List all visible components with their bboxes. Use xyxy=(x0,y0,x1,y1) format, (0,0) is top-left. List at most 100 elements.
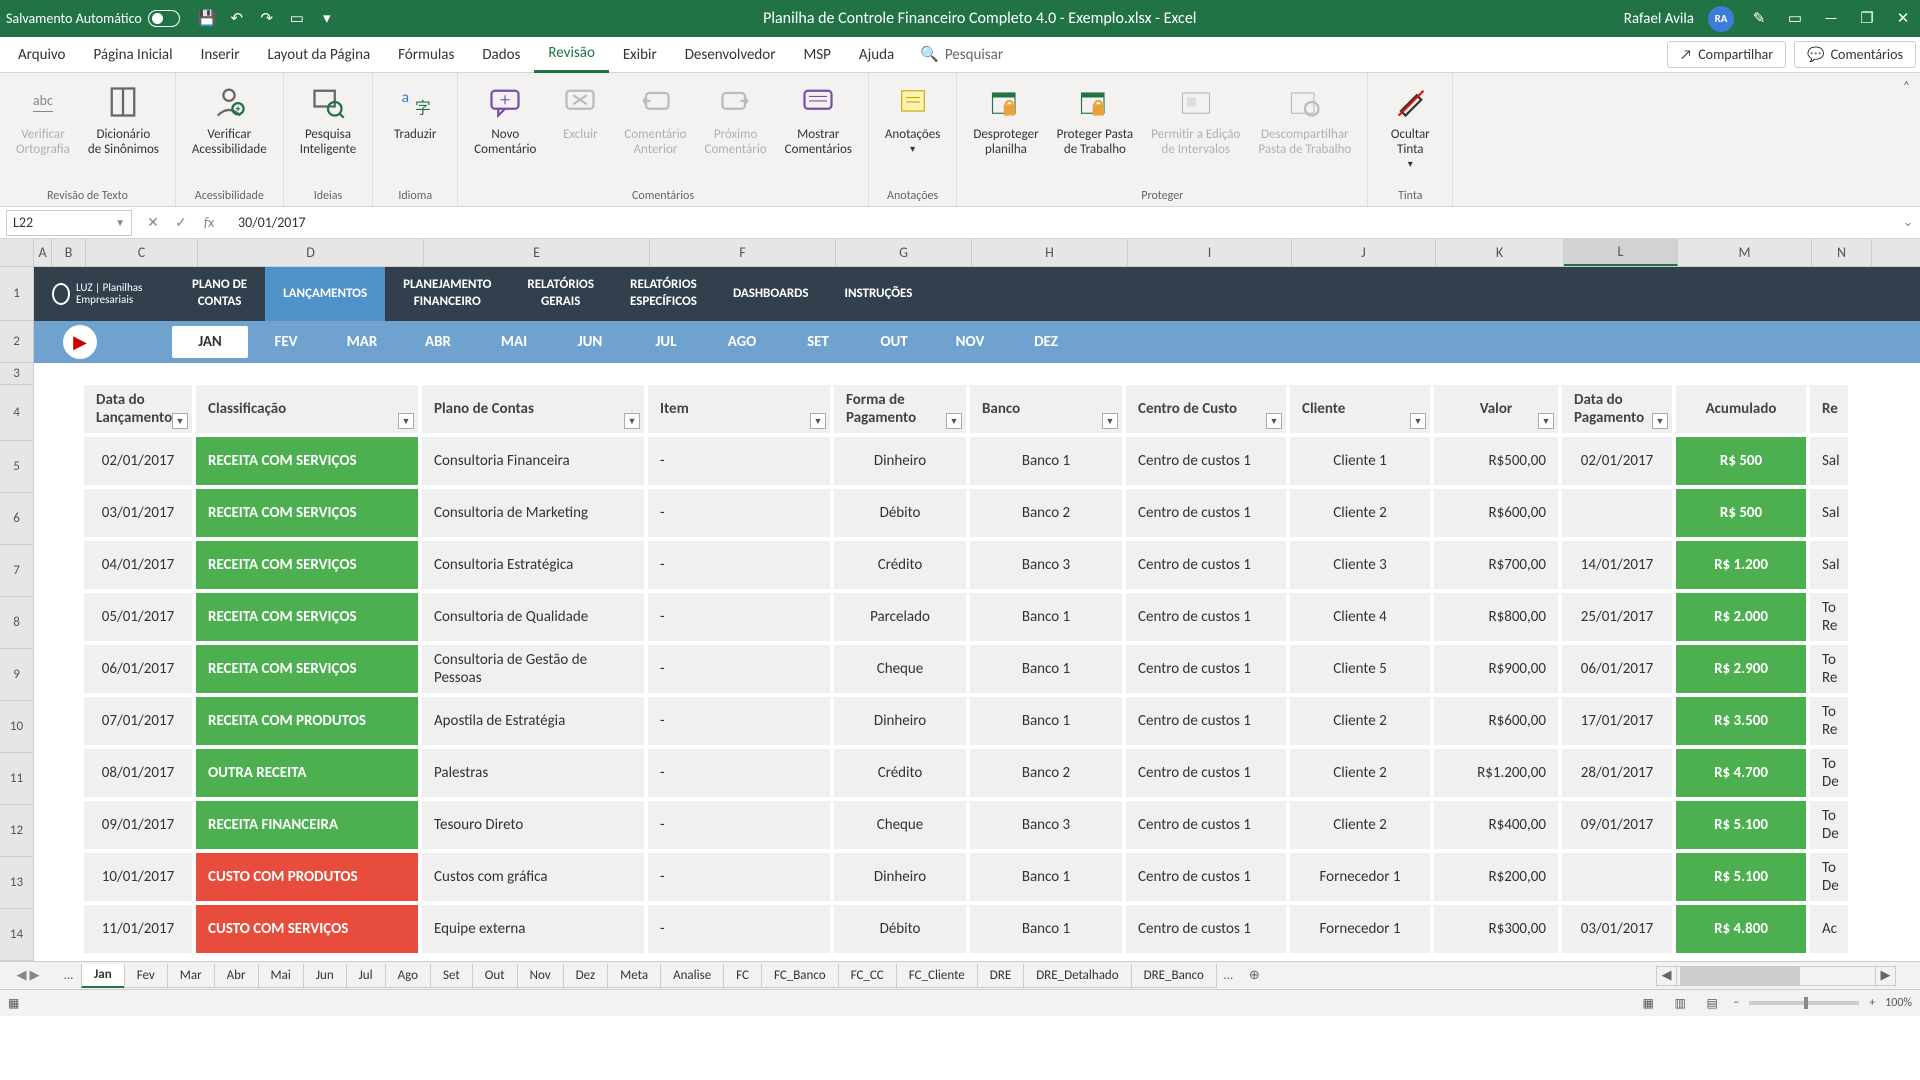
cell-centro[interactable]: Centro de custos 1 xyxy=(1126,801,1290,849)
ribbon-tab-exibir[interactable]: Exibir xyxy=(609,37,671,73)
ribbon-tab-msp[interactable]: MSP xyxy=(789,37,844,73)
row-header-12[interactable]: 12 xyxy=(0,805,34,857)
table-row[interactable]: 06/01/2017RECEITA COM SERVIÇOSConsultori… xyxy=(84,645,1920,697)
nav-instruções[interactable]: INSTRUÇÕES xyxy=(827,286,931,303)
filter-icon[interactable]: ▼ xyxy=(172,413,188,429)
col-header-A[interactable]: A xyxy=(34,239,52,266)
col-header-J[interactable]: J xyxy=(1292,239,1436,266)
row-header-3[interactable]: 3 xyxy=(0,363,34,385)
cell-centro[interactable]: Centro de custos 1 xyxy=(1126,645,1290,693)
cell-data[interactable]: 10/01/2017 xyxy=(84,853,196,901)
cell-data-pag[interactable]: 14/01/2017 xyxy=(1562,541,1676,589)
formula-input[interactable]: 30/01/2017 xyxy=(230,214,1896,231)
minimize-icon[interactable]: — xyxy=(1820,8,1842,30)
ribbon-tab-ajuda[interactable]: Ajuda xyxy=(845,37,908,73)
sheet-tab-dre_banco[interactable]: DRE_Banco xyxy=(1131,964,1217,988)
cell-valor[interactable]: R$1.200,00 xyxy=(1434,749,1562,797)
dicionario-sinonimos-button[interactable]: Dicionáriode Sinônimos xyxy=(82,77,165,161)
cell-item[interactable]: - xyxy=(648,489,834,537)
filter-icon[interactable]: ▼ xyxy=(1652,413,1668,429)
nav-lançamentos[interactable]: LANÇAMENTOS xyxy=(265,267,385,321)
sheet-tab-jul[interactable]: Jul xyxy=(346,964,386,988)
header-cliente[interactable]: Cliente▼ xyxy=(1290,385,1434,433)
cell-forma[interactable]: Débito xyxy=(834,489,970,537)
col-header-F[interactable]: F xyxy=(650,239,836,266)
filter-icon[interactable]: ▼ xyxy=(1266,413,1282,429)
cell-cliente[interactable]: Fornecedor 1 xyxy=(1290,905,1434,953)
sheet-more[interactable]: … xyxy=(56,968,81,983)
cell-classificacao[interactable]: RECEITA COM PRODUTOS xyxy=(196,697,422,745)
cell-data-pag[interactable]: 17/01/2017 xyxy=(1562,697,1676,745)
zoom-label[interactable]: 100% xyxy=(1885,996,1912,1010)
col-header-M[interactable]: M xyxy=(1678,239,1812,266)
header-forma[interactable]: Forma de Pagamento▼ xyxy=(834,385,970,433)
row-header-6[interactable]: 6 xyxy=(0,493,34,545)
header-plano[interactable]: Plano de Contas▼ xyxy=(422,385,648,433)
sheet-tab-dre_detalhado[interactable]: DRE_Detalhado xyxy=(1023,964,1131,988)
cell-cliente[interactable]: Fornecedor 1 xyxy=(1290,853,1434,901)
filter-icon[interactable]: ▼ xyxy=(1538,413,1554,429)
cell-data-pag[interactable]: 03/01/2017 xyxy=(1562,905,1676,953)
page-break-icon[interactable]: ▤ xyxy=(1701,993,1723,1013)
month-tab-mar[interactable]: MAR xyxy=(324,321,400,363)
ocultar-tinta-button[interactable]: OcultarTinta▾ xyxy=(1378,77,1442,174)
nav-dashboards[interactable]: DASHBOARDS xyxy=(715,286,827,303)
zoom-out-icon[interactable]: − xyxy=(1733,996,1739,1010)
sheet-tab-jun[interactable]: Jun xyxy=(303,964,347,988)
cell-plano[interactable]: Palestras xyxy=(422,749,648,797)
row-header-8[interactable]: 8 xyxy=(0,597,34,649)
sheet-tab-jan[interactable]: Jan xyxy=(81,964,125,988)
header-valor[interactable]: Valor▼ xyxy=(1434,385,1562,433)
cell-centro[interactable]: Centro de custos 1 xyxy=(1126,593,1290,641)
cell-data-pag[interactable] xyxy=(1562,853,1676,901)
redo-icon[interactable]: ↷ xyxy=(258,10,276,28)
cell-item[interactable]: - xyxy=(648,801,834,849)
cell-forma[interactable]: Crédito xyxy=(834,749,970,797)
cell-forma[interactable]: Parcelado xyxy=(834,593,970,641)
maximize-icon[interactable]: ❐ xyxy=(1856,8,1878,30)
ribbon-mode-icon[interactable]: ▭ xyxy=(1784,8,1806,30)
sheet-tab-dez[interactable]: Dez xyxy=(563,964,608,988)
table-row[interactable]: 04/01/2017RECEITA COM SERVIÇOSConsultori… xyxy=(84,541,1920,593)
select-all-corner[interactable] xyxy=(0,239,34,266)
cell-plano[interactable]: Custos com gráfica xyxy=(422,853,648,901)
month-tab-ago[interactable]: AGO xyxy=(704,321,780,363)
col-header-B[interactable]: B xyxy=(52,239,86,266)
close-icon[interactable]: ✕ xyxy=(1892,8,1914,30)
sheet-overflow[interactable]: … xyxy=(1216,968,1241,983)
col-header-H[interactable]: H xyxy=(972,239,1128,266)
month-tab-abr[interactable]: ABR xyxy=(400,321,476,363)
add-sheet-icon[interactable]: ⊕ xyxy=(1241,968,1268,983)
sheet-tab-fc[interactable]: FC xyxy=(723,964,762,988)
cell-cliente[interactable]: Cliente 2 xyxy=(1290,801,1434,849)
cell-forma[interactable]: Cheque xyxy=(834,645,970,693)
cell-valor[interactable]: R$600,00 xyxy=(1434,697,1562,745)
cell-data-pag[interactable]: 09/01/2017 xyxy=(1562,801,1676,849)
touch-mode-icon[interactable]: ▭ xyxy=(288,10,306,28)
sheet-tab-meta[interactable]: Meta xyxy=(607,964,661,988)
nav-relatórios[interactable]: RELATÓRIOSGERAIS xyxy=(509,277,612,311)
nav-relatórios[interactable]: RELATÓRIOSESPECÍFICOS xyxy=(612,277,715,311)
month-tab-jul[interactable]: JUL xyxy=(628,321,704,363)
col-header-N[interactable]: N xyxy=(1812,239,1872,266)
ribbon-tab-página-inicial[interactable]: Página Inicial xyxy=(79,37,186,73)
col-header-E[interactable]: E xyxy=(424,239,650,266)
cell-cliente[interactable]: Cliente 3 xyxy=(1290,541,1434,589)
month-tab-set[interactable]: SET xyxy=(780,321,856,363)
cell-banco[interactable]: Banco 2 xyxy=(970,749,1126,797)
cell-banco[interactable]: Banco 1 xyxy=(970,645,1126,693)
sheet-tab-fc_cliente[interactable]: FC_Cliente xyxy=(896,964,978,988)
cell-valor[interactable]: R$800,00 xyxy=(1434,593,1562,641)
table-row[interactable]: 02/01/2017RECEITA COM SERVIÇOSConsultori… xyxy=(84,437,1920,489)
cell-data-pag[interactable]: 28/01/2017 xyxy=(1562,749,1676,797)
cell-classificacao[interactable]: CUSTO COM PRODUTOS xyxy=(196,853,422,901)
cell-item[interactable]: - xyxy=(648,593,834,641)
undo-icon[interactable]: ↶ xyxy=(228,10,246,28)
table-row[interactable]: 07/01/2017RECEITA COM PRODUTOSApostila d… xyxy=(84,697,1920,749)
table-row[interactable]: 09/01/2017RECEITA FINANCEIRATesouro Dire… xyxy=(84,801,1920,853)
cell-cliente[interactable]: Cliente 2 xyxy=(1290,749,1434,797)
row-header-1[interactable]: 1 xyxy=(0,267,34,321)
cell-centro[interactable]: Centro de custos 1 xyxy=(1126,437,1290,485)
user-name[interactable]: Rafael Avila xyxy=(1624,10,1694,28)
cell-centro[interactable]: Centro de custos 1 xyxy=(1126,489,1290,537)
